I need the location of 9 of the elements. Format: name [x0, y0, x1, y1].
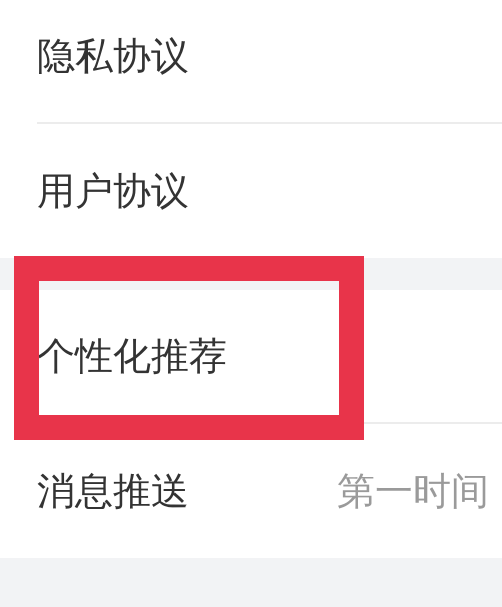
row-value: 第一时间 [337, 468, 489, 514]
row-label: 消息推送 [37, 468, 189, 514]
row-label: 隐私协议 [37, 32, 189, 80]
settings-row[interactable]: 隐私协议 [37, 0, 502, 124]
row-label: 个性化推荐 [37, 332, 227, 380]
settings-row[interactable]: 消息推送 第一时间 [37, 424, 502, 558]
row-label: 用户协议 [37, 168, 189, 214]
settings-row[interactable]: 用户协议 [37, 124, 502, 258]
settings-row[interactable]: 个性化推荐 [37, 290, 502, 424]
